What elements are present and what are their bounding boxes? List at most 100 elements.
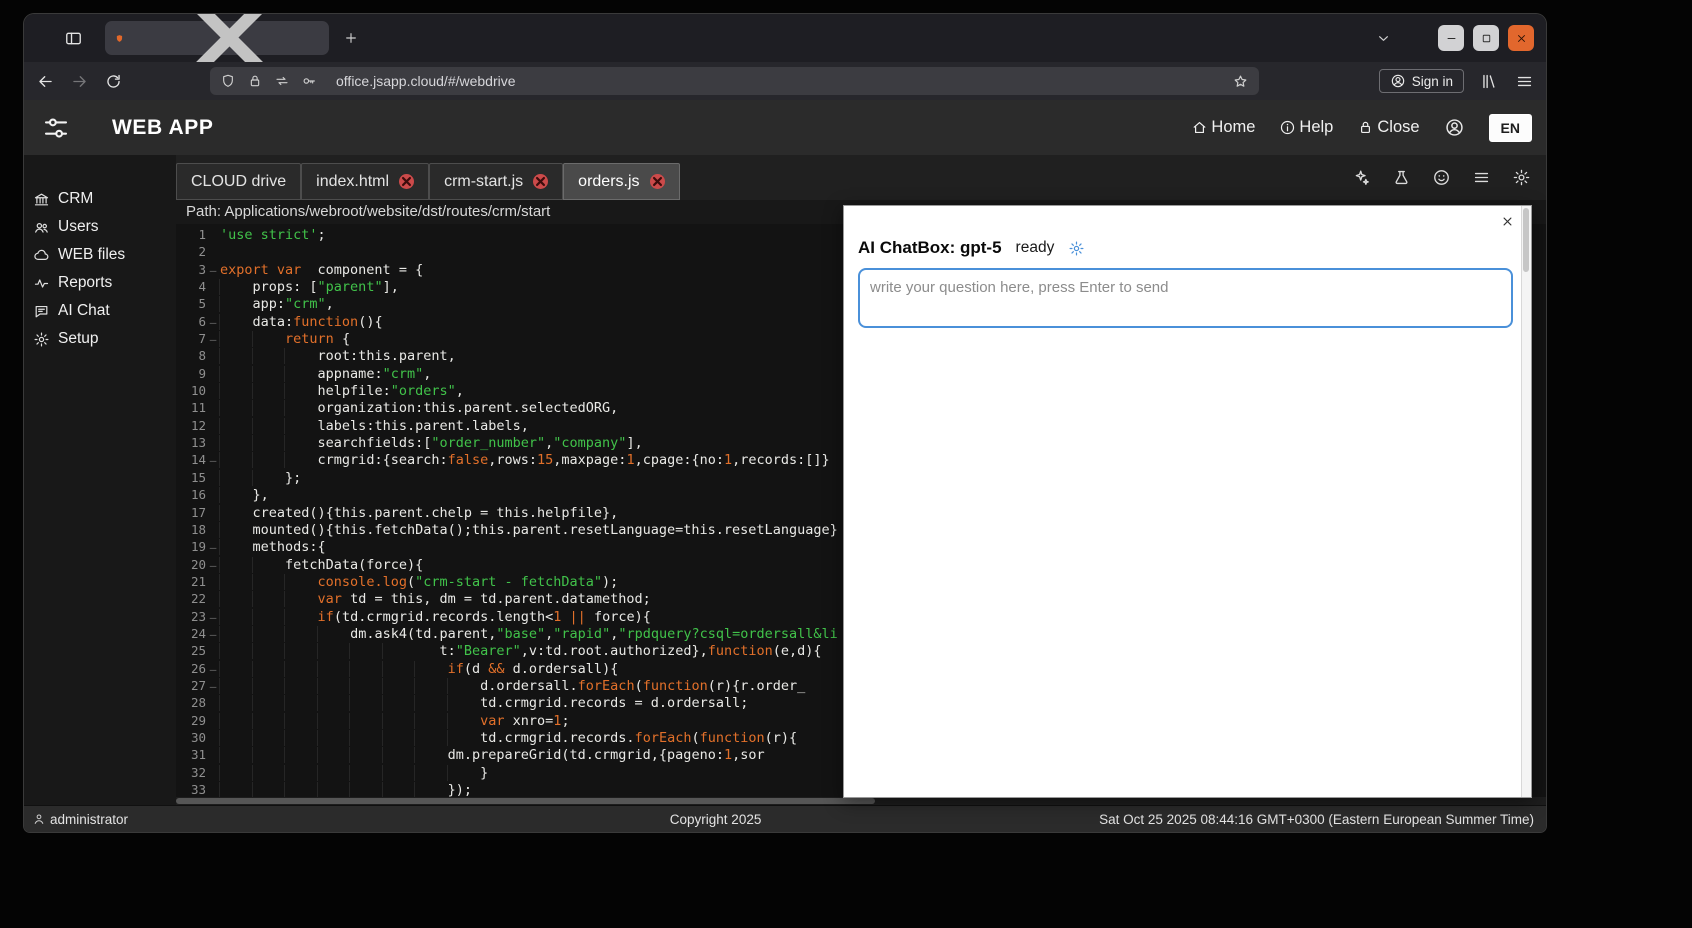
scrollbar-thumb[interactable]: [176, 798, 875, 804]
line-number: 28: [176, 694, 206, 711]
padlock-icon: [1357, 119, 1374, 136]
fold-marker[interactable]: –: [206, 609, 220, 626]
window-close-button[interactable]: [1508, 25, 1534, 51]
file-tab-label: orders.js: [578, 173, 639, 191]
file-tab-label: index.html: [316, 173, 389, 191]
fold-marker[interactable]: –: [206, 452, 220, 469]
file-tab-orders-js[interactable]: orders.js: [563, 163, 679, 200]
sidebar-item-label: Users: [58, 218, 98, 236]
fold-marker[interactable]: –: [206, 262, 220, 279]
browser-tab-bar: jsapp.cloud: [24, 14, 1546, 62]
library-icon[interactable]: [1480, 72, 1499, 91]
key-icon[interactable]: [301, 73, 317, 89]
minimize-button[interactable]: [1438, 25, 1464, 51]
browser-window: jsapp.cloud office.jsapp.cloud/#/w: [24, 14, 1546, 832]
sign-in-button[interactable]: Sign in: [1379, 69, 1464, 93]
file-tab-label: crm-start.js: [444, 173, 523, 191]
screen: jsapp.cloud office.jsapp.cloud/#/w: [0, 0, 1692, 928]
tab-list-chevron-icon[interactable]: [1375, 30, 1392, 47]
tab-close-icon[interactable]: [650, 174, 665, 189]
line-number: 8: [176, 347, 206, 364]
chat-scrollbar[interactable]: [1521, 206, 1531, 797]
firefox-view-icon[interactable]: [64, 29, 83, 48]
sidebar-item-crm[interactable]: CRM: [24, 185, 176, 213]
browser-toolbar: office.jsapp.cloud/#/webdrive Sign in: [24, 62, 1546, 100]
line-number: 5: [176, 295, 206, 312]
language-button[interactable]: EN: [1489, 114, 1532, 142]
chat-close-icon[interactable]: [1500, 214, 1515, 229]
line-number: 7: [176, 330, 206, 347]
sidebar-item-setup[interactable]: Setup: [24, 325, 176, 353]
chat-settings-icon[interactable]: [1068, 240, 1085, 257]
line-number: 18: [176, 521, 206, 538]
fold-marker[interactable]: –: [206, 661, 220, 678]
tracking-shield-icon[interactable]: [220, 73, 236, 89]
file-tab-label: CLOUD drive: [191, 173, 286, 191]
browser-menu-icon[interactable]: [1515, 72, 1534, 91]
gear-icon[interactable]: [1512, 168, 1531, 187]
browser-tab[interactable]: jsapp.cloud: [105, 21, 329, 55]
chat-input[interactable]: [858, 268, 1513, 328]
sidebar-item-users[interactable]: Users: [24, 213, 176, 241]
chat-title: AI ChatBox: gpt-5: [858, 238, 1002, 258]
app-title: WEB APP: [112, 116, 213, 140]
line-number: 23: [176, 608, 206, 625]
lock-icon[interactable]: [247, 73, 263, 89]
user-avatar-icon[interactable]: [1444, 117, 1465, 138]
line-number: 16: [176, 486, 206, 503]
app-menu-sliders-icon[interactable]: [40, 113, 72, 143]
reload-icon[interactable]: [104, 72, 123, 91]
line-number: 14: [176, 451, 206, 468]
close-session-button[interactable]: Close: [1357, 118, 1419, 137]
sign-in-label: Sign in: [1412, 74, 1453, 89]
file-tab-crm-start-js[interactable]: crm-start.js: [429, 163, 563, 200]
bookmark-star-icon[interactable]: [1232, 73, 1249, 90]
fold-marker[interactable]: –: [206, 626, 220, 643]
home-button[interactable]: Home: [1191, 118, 1255, 137]
flask-icon[interactable]: [1392, 168, 1411, 187]
sidebar-item-reports[interactable]: Reports: [24, 269, 176, 297]
fold-marker[interactable]: –: [206, 557, 220, 574]
close-icon: [1515, 32, 1528, 45]
tab-close-icon[interactable]: [399, 174, 414, 189]
file-tab-cloud-drive[interactable]: CLOUD drive: [176, 163, 301, 200]
horizontal-scrollbar[interactable]: [176, 797, 1546, 805]
status-datetime: Sat Oct 25 2025 08:44:16 GMT+0300 (Easte…: [1099, 812, 1546, 827]
help-button[interactable]: Help: [1279, 118, 1333, 137]
sparkle-icon[interactable]: [1352, 168, 1371, 187]
fold-marker[interactable]: –: [206, 539, 220, 556]
toolbar-right: Sign in: [1379, 69, 1534, 93]
sidebar-item-web-files[interactable]: WEB files: [24, 241, 176, 269]
ai-chatbox-panel: AI ChatBox: gpt-5 ready: [843, 205, 1532, 798]
fold-marker[interactable]: –: [206, 314, 220, 331]
line-number: 26: [176, 660, 206, 677]
maximize-button[interactable]: [1473, 25, 1499, 51]
status-user-label: administrator: [50, 812, 128, 827]
status-user: administrator: [24, 812, 332, 827]
sidebar-item-ai-chat[interactable]: AI Chat: [24, 297, 176, 325]
file-tab-index-html[interactable]: index.html: [301, 163, 429, 200]
site-favicon: [115, 31, 124, 46]
tab-close-icon[interactable]: [533, 174, 548, 189]
person-icon: [32, 812, 46, 826]
sidebar-item-label: Setup: [58, 330, 99, 348]
forward-icon[interactable]: [70, 72, 89, 91]
users-icon: [33, 219, 50, 236]
back-icon[interactable]: [36, 72, 55, 91]
chat-header: AI ChatBox: gpt-5 ready: [858, 238, 1517, 258]
emoji-icon[interactable]: [1432, 168, 1451, 187]
gear-icon: [33, 331, 50, 348]
chat-scrollbar-thumb[interactable]: [1523, 208, 1529, 272]
bank-icon: [33, 191, 50, 208]
line-number: 30: [176, 729, 206, 746]
minimize-icon: [1445, 32, 1458, 45]
line-number: 24: [176, 625, 206, 642]
maximize-icon: [1480, 32, 1493, 45]
new-tab-button[interactable]: [343, 30, 359, 46]
hamburger-icon[interactable]: [1472, 168, 1491, 187]
address-bar[interactable]: office.jsapp.cloud/#/webdrive: [210, 67, 1259, 95]
fold-marker[interactable]: –: [206, 331, 220, 348]
info-icon: [1279, 119, 1296, 136]
permissions-icon[interactable]: [274, 73, 290, 89]
fold-marker[interactable]: –: [206, 678, 220, 695]
